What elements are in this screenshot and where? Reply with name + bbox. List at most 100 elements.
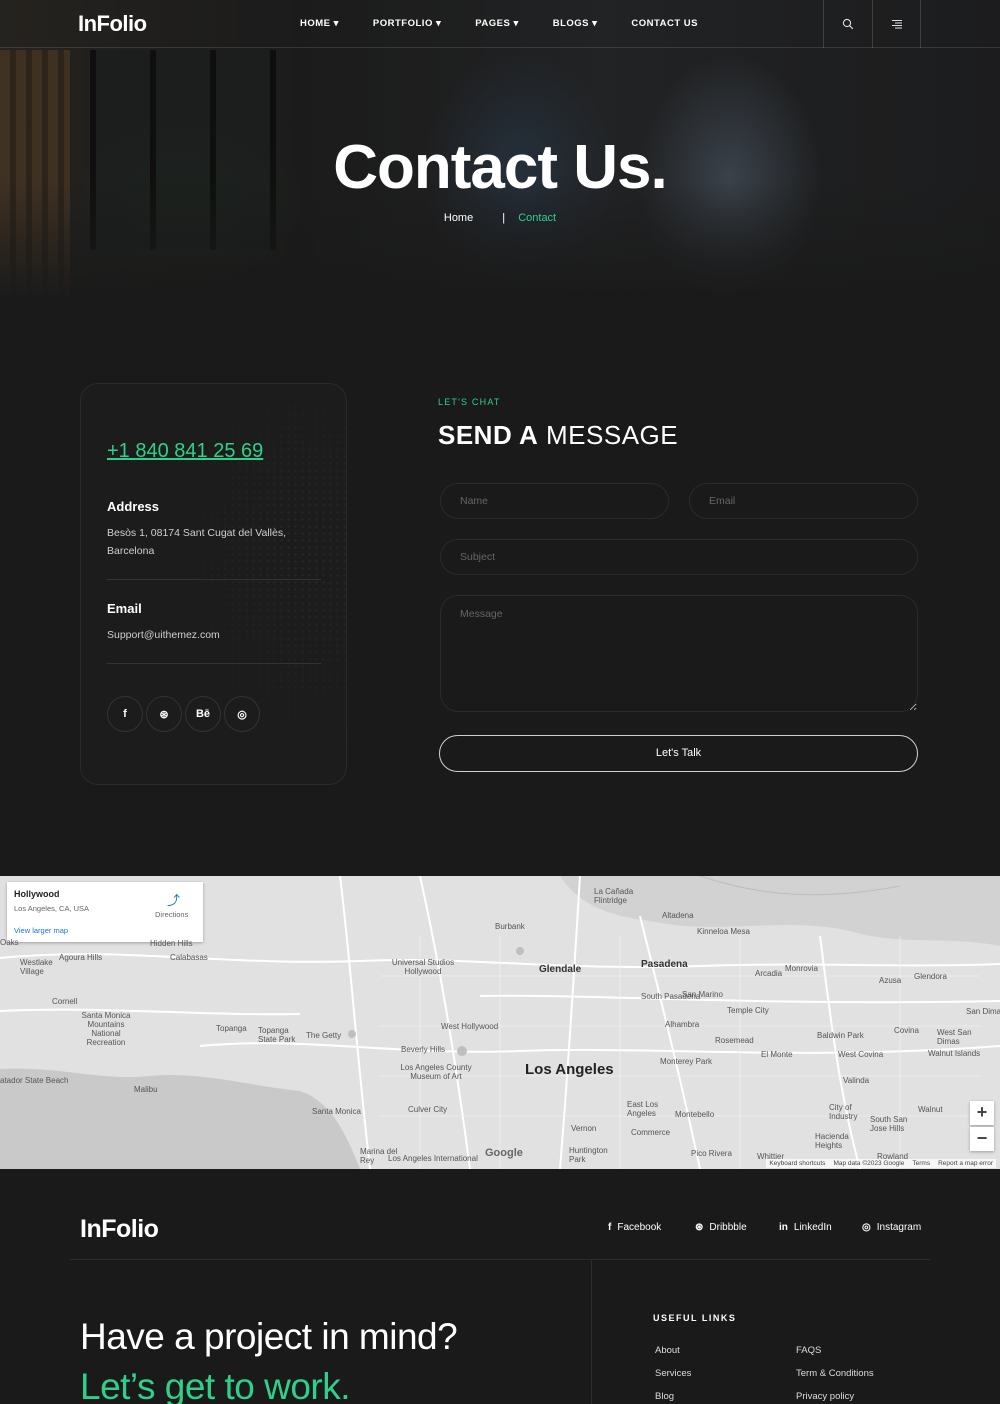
breadcrumb-home[interactable]: Home	[444, 212, 473, 224]
map-label: Azusa	[879, 976, 902, 985]
footer-social-facebook[interactable]: f Facebook	[608, 1222, 661, 1233]
instagram-icon[interactable]: ◎	[224, 696, 260, 732]
map-label: Calabasas	[170, 953, 208, 962]
place-title: Hollywood	[14, 889, 60, 899]
footer-divider	[70, 1259, 930, 1260]
footer-logo[interactable]: InFolio	[80, 1215, 159, 1244]
instagram-icon: ◎	[862, 1222, 871, 1233]
map-label: Rosemead	[715, 1036, 754, 1045]
footer-column-divider	[591, 1260, 592, 1404]
behance-icon[interactable]: Bē	[185, 696, 221, 732]
map-label: Westlake Village	[20, 958, 53, 976]
map-label: West Hollywood	[441, 1022, 499, 1031]
search-icon	[842, 18, 854, 30]
map-label: Santa Monica Mountains National Recreati…	[81, 1011, 131, 1047]
map-label: Vernon	[571, 1124, 597, 1133]
map-label: East Los Angeles	[627, 1100, 659, 1118]
map-label: Santa Monica	[312, 1107, 361, 1116]
form-eyebrow: LET'S CHAT	[438, 397, 501, 407]
map-label: Huntington Park	[569, 1146, 608, 1164]
map-label: Pasadena	[641, 959, 688, 970]
divider	[107, 579, 321, 580]
zoom-in-button[interactable]: +	[970, 1101, 994, 1125]
footer-link-services[interactable]: Services	[655, 1368, 691, 1379]
map-label: Los Angeles International	[388, 1154, 478, 1163]
nav-home[interactable]: HOME ▾	[300, 18, 339, 29]
dribbble-icon[interactable]: ⊛	[146, 696, 182, 732]
dribbble-icon: ⊛	[695, 1222, 704, 1233]
breadcrumb-separator: |	[502, 212, 506, 224]
facebook-icon: f	[608, 1222, 612, 1233]
useful-links-title: USEFUL LINKS	[653, 1313, 737, 1323]
footer-social-label: LinkedIn	[793, 1222, 832, 1233]
map-label: Culver City	[408, 1105, 448, 1114]
footer-social-label: Instagram	[876, 1222, 922, 1233]
logo[interactable]: InFolio	[78, 11, 147, 37]
map-label: Topanga	[216, 1024, 247, 1033]
footer-link-privacy[interactable]: Privacy policy	[796, 1391, 854, 1402]
submit-button[interactable]: Let's Talk	[439, 735, 918, 772]
directions-icon[interactable]: ⤴	[167, 890, 180, 909]
footer-social-label: Dribbble	[709, 1222, 747, 1233]
main-nav: HOME ▾ PORTFOLIO ▾ PAGES ▾ BLOGS ▾ CONTA…	[300, 18, 732, 29]
map-label: Universal Studios Hollywood	[391, 958, 455, 976]
contact-info-card: +1 840 841 25 69 Address Besòs 1, 08174 …	[80, 383, 347, 785]
place-subtitle: Los Angeles, CA, USA	[14, 904, 90, 913]
map-embed[interactable]: Hollywood Los Angeles, CA, USA View larg…	[0, 876, 1000, 1169]
map-data-text: Map data ©2023 Google	[833, 1160, 905, 1167]
menu-icon	[891, 20, 902, 29]
map-label: Cornell	[52, 997, 78, 1006]
footer-link-blog[interactable]: Blog	[655, 1391, 674, 1402]
map-label: City of Industry	[829, 1103, 858, 1121]
nav-blogs[interactable]: BLOGS ▾	[553, 18, 598, 29]
footer-social-dribbble[interactable]: ⊛ Dribbble	[695, 1222, 747, 1233]
email-input[interactable]	[689, 483, 918, 519]
nav-contact-us[interactable]: CONTACT US	[631, 18, 698, 29]
zoom-out-button[interactable]: −	[970, 1127, 994, 1151]
footer-link-about[interactable]: About	[655, 1345, 680, 1356]
facebook-icon[interactable]: f	[107, 696, 143, 732]
directions-link[interactable]: Directions	[155, 910, 188, 919]
breadcrumb: Home | Contact	[0, 212, 1000, 224]
map-label: Agoura Hills	[59, 953, 103, 962]
map-label: Los Angeles County Museum of Art	[400, 1063, 472, 1081]
report-error-link[interactable]: Report a map error	[938, 1160, 993, 1167]
address-label: Address	[107, 499, 160, 514]
form-title: SEND A MESSAGE	[438, 420, 678, 451]
page-title: Contact Us.	[333, 133, 667, 202]
keyboard-shortcuts-link[interactable]: Keyboard shortcuts	[769, 1160, 825, 1167]
map-label: Covina	[894, 1026, 919, 1035]
footer-social-linkedin[interactable]: in LinkedIn	[779, 1222, 832, 1233]
subject-input[interactable]	[440, 539, 918, 575]
site-header: InFolio HOME ▾ PORTFOLIO ▾ PAGES ▾ BLOGS…	[0, 0, 1000, 48]
name-input[interactable]	[440, 483, 669, 519]
form-title-light: MESSAGE	[546, 420, 679, 450]
message-textarea[interactable]	[440, 595, 918, 712]
footer-social-instagram[interactable]: ◎ Instagram	[862, 1222, 921, 1233]
nav-pages[interactable]: PAGES ▾	[475, 18, 518, 29]
map-label: Glendale	[539, 964, 582, 975]
menu-button[interactable]	[872, 0, 921, 48]
map-label: Baldwin Park	[817, 1031, 864, 1040]
footer-social-label: Facebook	[617, 1222, 662, 1233]
divider	[107, 663, 321, 664]
view-larger-map-link[interactable]: View larger map	[14, 926, 68, 935]
map-label: Hidden Hills	[150, 939, 193, 948]
footer-link-faqs[interactable]: FAQS	[796, 1345, 821, 1356]
map-label: Walnut	[918, 1105, 943, 1114]
terms-link[interactable]: Terms	[912, 1160, 930, 1167]
map-label: Burbank	[495, 922, 525, 931]
nav-portfolio[interactable]: PORTFOLIO ▾	[373, 18, 441, 29]
phone-link[interactable]: +1 840 841 25 69	[107, 440, 263, 463]
footer-headline: Have a project in mind?	[80, 1316, 458, 1357]
email-link[interactable]: Support@uithemez.com	[107, 626, 307, 644]
map-label: West Covina	[838, 1050, 884, 1059]
address-line-2: Barcelona	[107, 545, 155, 557]
map-label: Monterey Park	[660, 1057, 713, 1066]
footer-link-terms[interactable]: Term & Conditions	[796, 1368, 874, 1379]
map-label: Beverly Hills	[401, 1045, 446, 1054]
map-label: Glendora	[914, 972, 947, 981]
search-button[interactable]	[823, 0, 872, 48]
map-label: Altadena	[662, 911, 694, 920]
map-label: El Monte	[761, 1050, 793, 1059]
